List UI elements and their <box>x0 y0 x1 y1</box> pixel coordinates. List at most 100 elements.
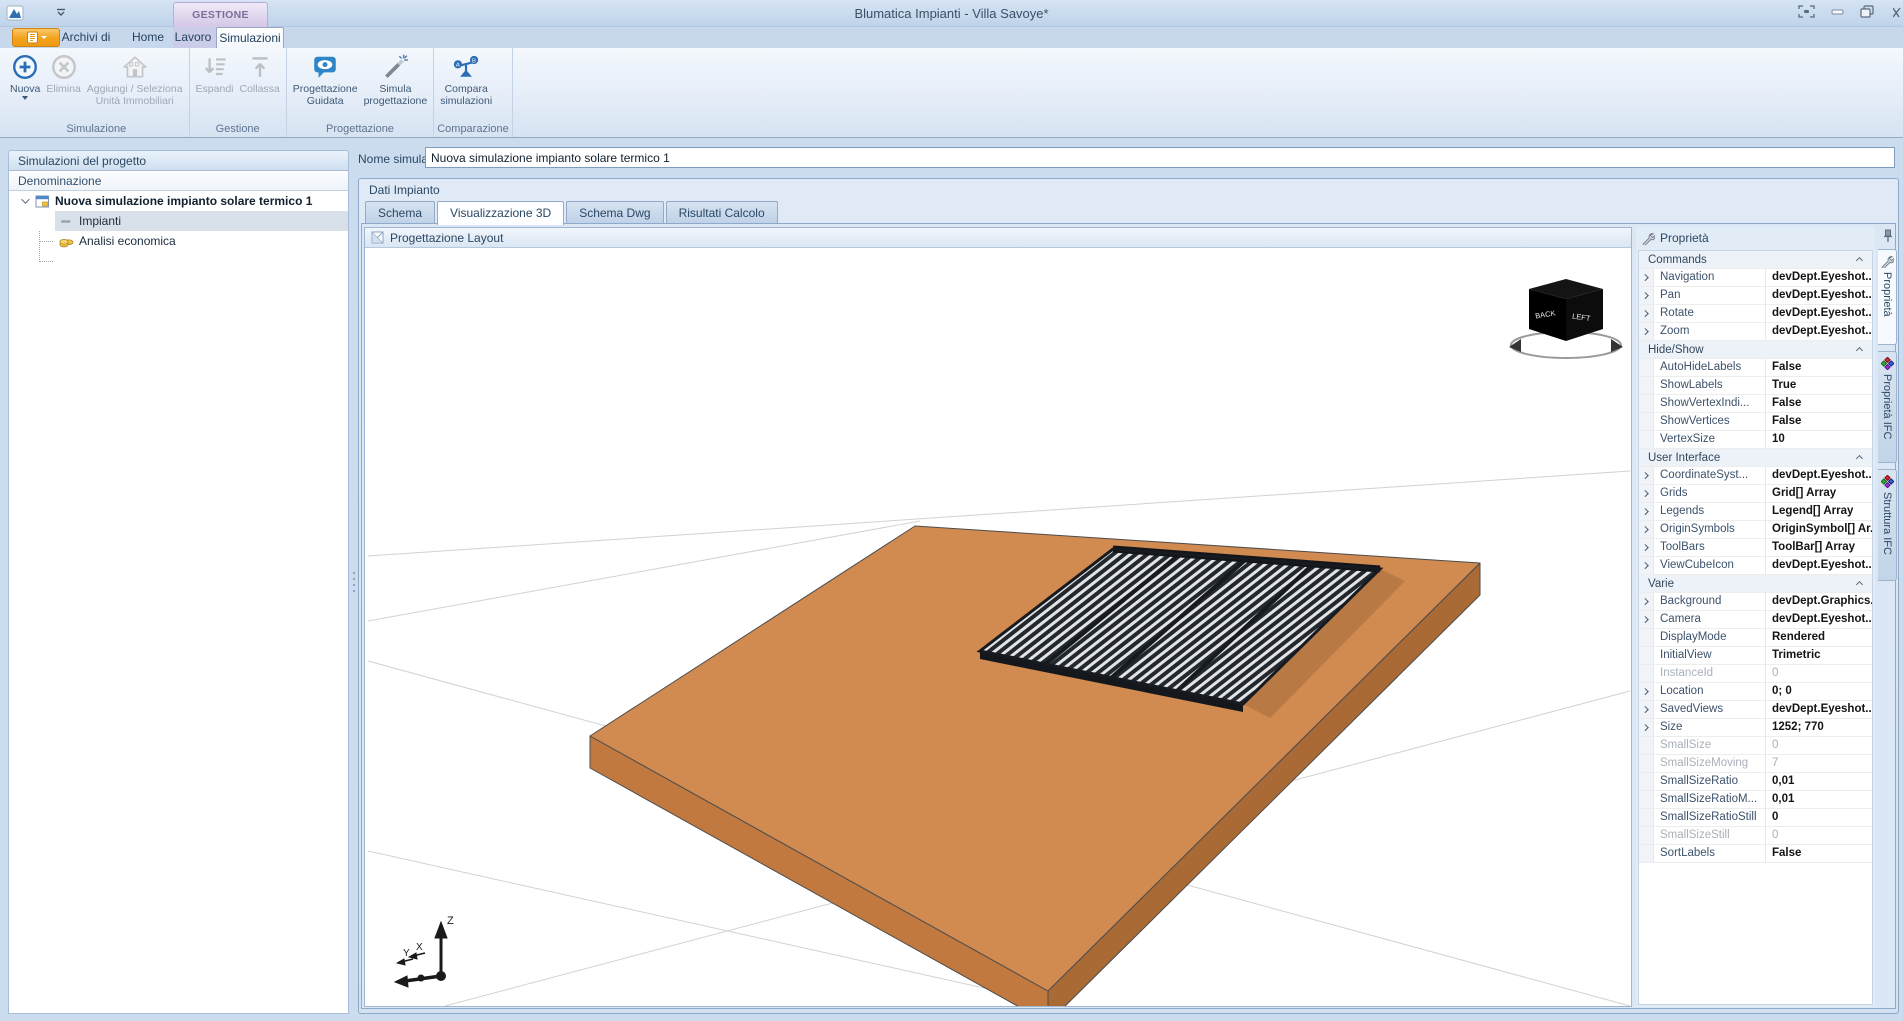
property-row-autohidelabels[interactable]: AutoHideLabelsFalse <box>1639 359 1872 377</box>
ribbon-button-compara-simulazioni[interactable]: ABComparasimulazioni <box>437 49 495 107</box>
property-row-instanceid[interactable]: InstanceId0 <box>1639 665 1872 683</box>
property-value[interactable]: devDept.Eyeshot.... <box>1766 467 1872 484</box>
expand-icon[interactable] <box>1642 544 1648 550</box>
property-value[interactable]: devDept.Eyeshot.... <box>1766 557 1872 574</box>
property-value[interactable]: ToolBar[] Array <box>1766 539 1872 556</box>
tab-schema-dwg[interactable]: Schema Dwg <box>566 201 663 224</box>
property-row-vertexsize[interactable]: VertexSize10 <box>1639 431 1872 449</box>
ribbon-button-aggiungi-seleziona-unit-immobiliari[interactable]: Aggiungi / SelezionaUnità Immobiliari <box>84 49 186 107</box>
expand-icon[interactable] <box>1642 292 1648 298</box>
minimize-button[interactable] <box>1831 5 1844 23</box>
property-value[interactable]: 10 <box>1766 431 1872 448</box>
property-row-smallsizestill[interactable]: SmallSizeStill0 <box>1639 827 1872 845</box>
tree-item-analisi-economica[interactable]: Analisi economica <box>9 231 348 251</box>
property-row-viewcubeicon[interactable]: ViewCubeIcondevDept.Eyeshot.... <box>1639 557 1872 575</box>
property-row-size[interactable]: Size1252; 770 <box>1639 719 1872 737</box>
property-row-showvertexindi[interactable]: ShowVertexIndi...False <box>1639 395 1872 413</box>
ribbon-tab-home[interactable]: Home <box>128 27 168 48</box>
property-row-smallsizemoving[interactable]: SmallSizeMoving7 <box>1639 755 1872 773</box>
tree-item-impianti[interactable]: Impianti <box>9 211 348 231</box>
property-value[interactable]: Rendered <box>1766 629 1872 646</box>
property-value[interactable]: 7 <box>1766 755 1872 772</box>
property-value[interactable]: 0,01 <box>1766 773 1872 790</box>
property-value[interactable]: devDept.Eyeshot.... <box>1766 269 1872 286</box>
side-tab-propriet-ifc[interactable]: Proprietà IFC <box>1878 351 1897 463</box>
expand-icon[interactable] <box>1642 490 1648 496</box>
property-value[interactable]: 0 <box>1766 809 1872 826</box>
property-row-smallsize[interactable]: SmallSize0 <box>1639 737 1872 755</box>
ribbon-button-espandi[interactable]: Espandi <box>193 49 237 95</box>
tab-visualizzazione-3d[interactable]: Visualizzazione 3D <box>437 201 564 225</box>
property-value[interactable]: 0 <box>1766 665 1872 682</box>
property-group-user-interface[interactable]: User Interface <box>1639 449 1872 467</box>
side-tab-propriet[interactable]: Proprietà <box>1878 249 1897 345</box>
ribbon-button-simula-progettazione[interactable]: Simulaprogettazione <box>361 49 431 107</box>
property-row-displaymode[interactable]: DisplayModeRendered <box>1639 629 1872 647</box>
view-cube[interactable]: BACK LEFT <box>1509 279 1623 358</box>
ribbon-tab-archivi-di-base[interactable]: Archivi di Base <box>48 27 124 48</box>
property-value[interactable]: False <box>1766 359 1872 376</box>
quick-access-dropdown-icon[interactable] <box>55 8 67 18</box>
property-group-varie[interactable]: Varie <box>1639 575 1872 593</box>
panel-splitter[interactable] <box>349 150 358 1014</box>
property-value[interactable]: devDept.Eyeshot.... <box>1766 611 1872 628</box>
collapse-icon[interactable] <box>1856 257 1863 264</box>
expand-icon[interactable] <box>1642 310 1648 316</box>
property-group-commands[interactable]: Commands <box>1639 251 1872 269</box>
property-row-zoom[interactable]: ZoomdevDept.Eyeshot.... <box>1639 323 1872 341</box>
expand-icon[interactable] <box>1642 598 1648 604</box>
property-value[interactable]: 1252; 770 <box>1766 719 1872 736</box>
property-row-smallsizeratiostill[interactable]: SmallSizeRatioStill0 <box>1639 809 1872 827</box>
tab-schema[interactable]: Schema <box>365 201 435 224</box>
expand-icon[interactable] <box>1642 616 1648 622</box>
expand-icon[interactable] <box>1642 526 1648 532</box>
expand-icon[interactable] <box>1642 508 1648 514</box>
expand-icon[interactable] <box>1642 328 1648 334</box>
close-button[interactable] <box>1893 6 1901 19</box>
property-value[interactable]: 0; 0 <box>1766 683 1872 700</box>
tab-risultati-calcolo[interactable]: Risultati Calcolo <box>666 201 778 224</box>
property-row-background[interactable]: BackgrounddevDept.Graphics.... <box>1639 593 1872 611</box>
property-row-showvertices[interactable]: ShowVerticesFalse <box>1639 413 1872 431</box>
side-tab-struttura-ifc[interactable]: Struttura IFC <box>1878 469 1897 581</box>
expand-icon[interactable] <box>1642 724 1648 730</box>
expander-icon[interactable] <box>21 195 29 203</box>
property-row-legends[interactable]: LegendsLegend[] Array <box>1639 503 1872 521</box>
property-row-location[interactable]: Location0; 0 <box>1639 683 1872 701</box>
property-row-pan[interactable]: PandevDept.Eyeshot.... <box>1639 287 1872 305</box>
expand-icon[interactable] <box>1642 706 1648 712</box>
property-row-showlabels[interactable]: ShowLabelsTrue <box>1639 377 1872 395</box>
3d-viewport[interactable]: BACK LEFT Z Y X <box>365 248 1631 1006</box>
toggle-fullscreen-button[interactable] <box>1798 5 1815 23</box>
property-value[interactable]: Legend[] Array <box>1766 503 1872 520</box>
tree-item-nuova-simulazione-impianto-solare-termico-1[interactable]: Nuova simulazione impianto solare termic… <box>9 191 348 211</box>
expand-icon[interactable] <box>1642 562 1648 568</box>
collapse-icon[interactable] <box>1856 581 1863 588</box>
property-row-grids[interactable]: GridsGrid[] Array <box>1639 485 1872 503</box>
ribbon-button-progettazione-guidata[interactable]: ProgettazioneGuidata <box>290 49 361 107</box>
pin-icon[interactable] <box>1882 229 1894 243</box>
expand-icon[interactable] <box>1642 274 1648 280</box>
property-value[interactable]: devDept.Graphics.... <box>1766 593 1872 610</box>
property-value[interactable]: False <box>1766 413 1872 430</box>
property-value[interactable]: devDept.Eyeshot.... <box>1766 305 1872 322</box>
ribbon-tab-lavoro[interactable]: Lavoro <box>172 27 214 48</box>
simulation-name-input[interactable] <box>425 147 1895 168</box>
property-row-initialview[interactable]: InitialViewTrimetric <box>1639 647 1872 665</box>
property-value[interactable]: devDept.Eyeshot.... <box>1766 323 1872 340</box>
property-group-hide-show[interactable]: Hide/Show <box>1639 341 1872 359</box>
ribbon-button-nuova[interactable]: Nuova <box>7 49 43 100</box>
property-value[interactable]: devDept.Eyeshot.... <box>1766 701 1872 718</box>
property-value[interactable]: True <box>1766 377 1872 394</box>
property-value[interactable]: 0 <box>1766 737 1872 754</box>
property-row-camera[interactable]: CameradevDept.Eyeshot.... <box>1639 611 1872 629</box>
property-value[interactable]: False <box>1766 845 1872 862</box>
property-row-smallsizeratiom[interactable]: SmallSizeRatioM...0,01 <box>1639 791 1872 809</box>
tree-column-header[interactable]: Denominazione <box>9 171 348 191</box>
expand-icon[interactable] <box>1642 688 1648 694</box>
property-value[interactable]: 0,01 <box>1766 791 1872 808</box>
property-row-smallsizeratio[interactable]: SmallSizeRatio0,01 <box>1639 773 1872 791</box>
property-row-sortlabels[interactable]: SortLabelsFalse <box>1639 845 1872 863</box>
property-row-coordinatesyst[interactable]: CoordinateSyst...devDept.Eyeshot.... <box>1639 467 1872 485</box>
property-row-rotate[interactable]: RotatedevDept.Eyeshot.... <box>1639 305 1872 323</box>
